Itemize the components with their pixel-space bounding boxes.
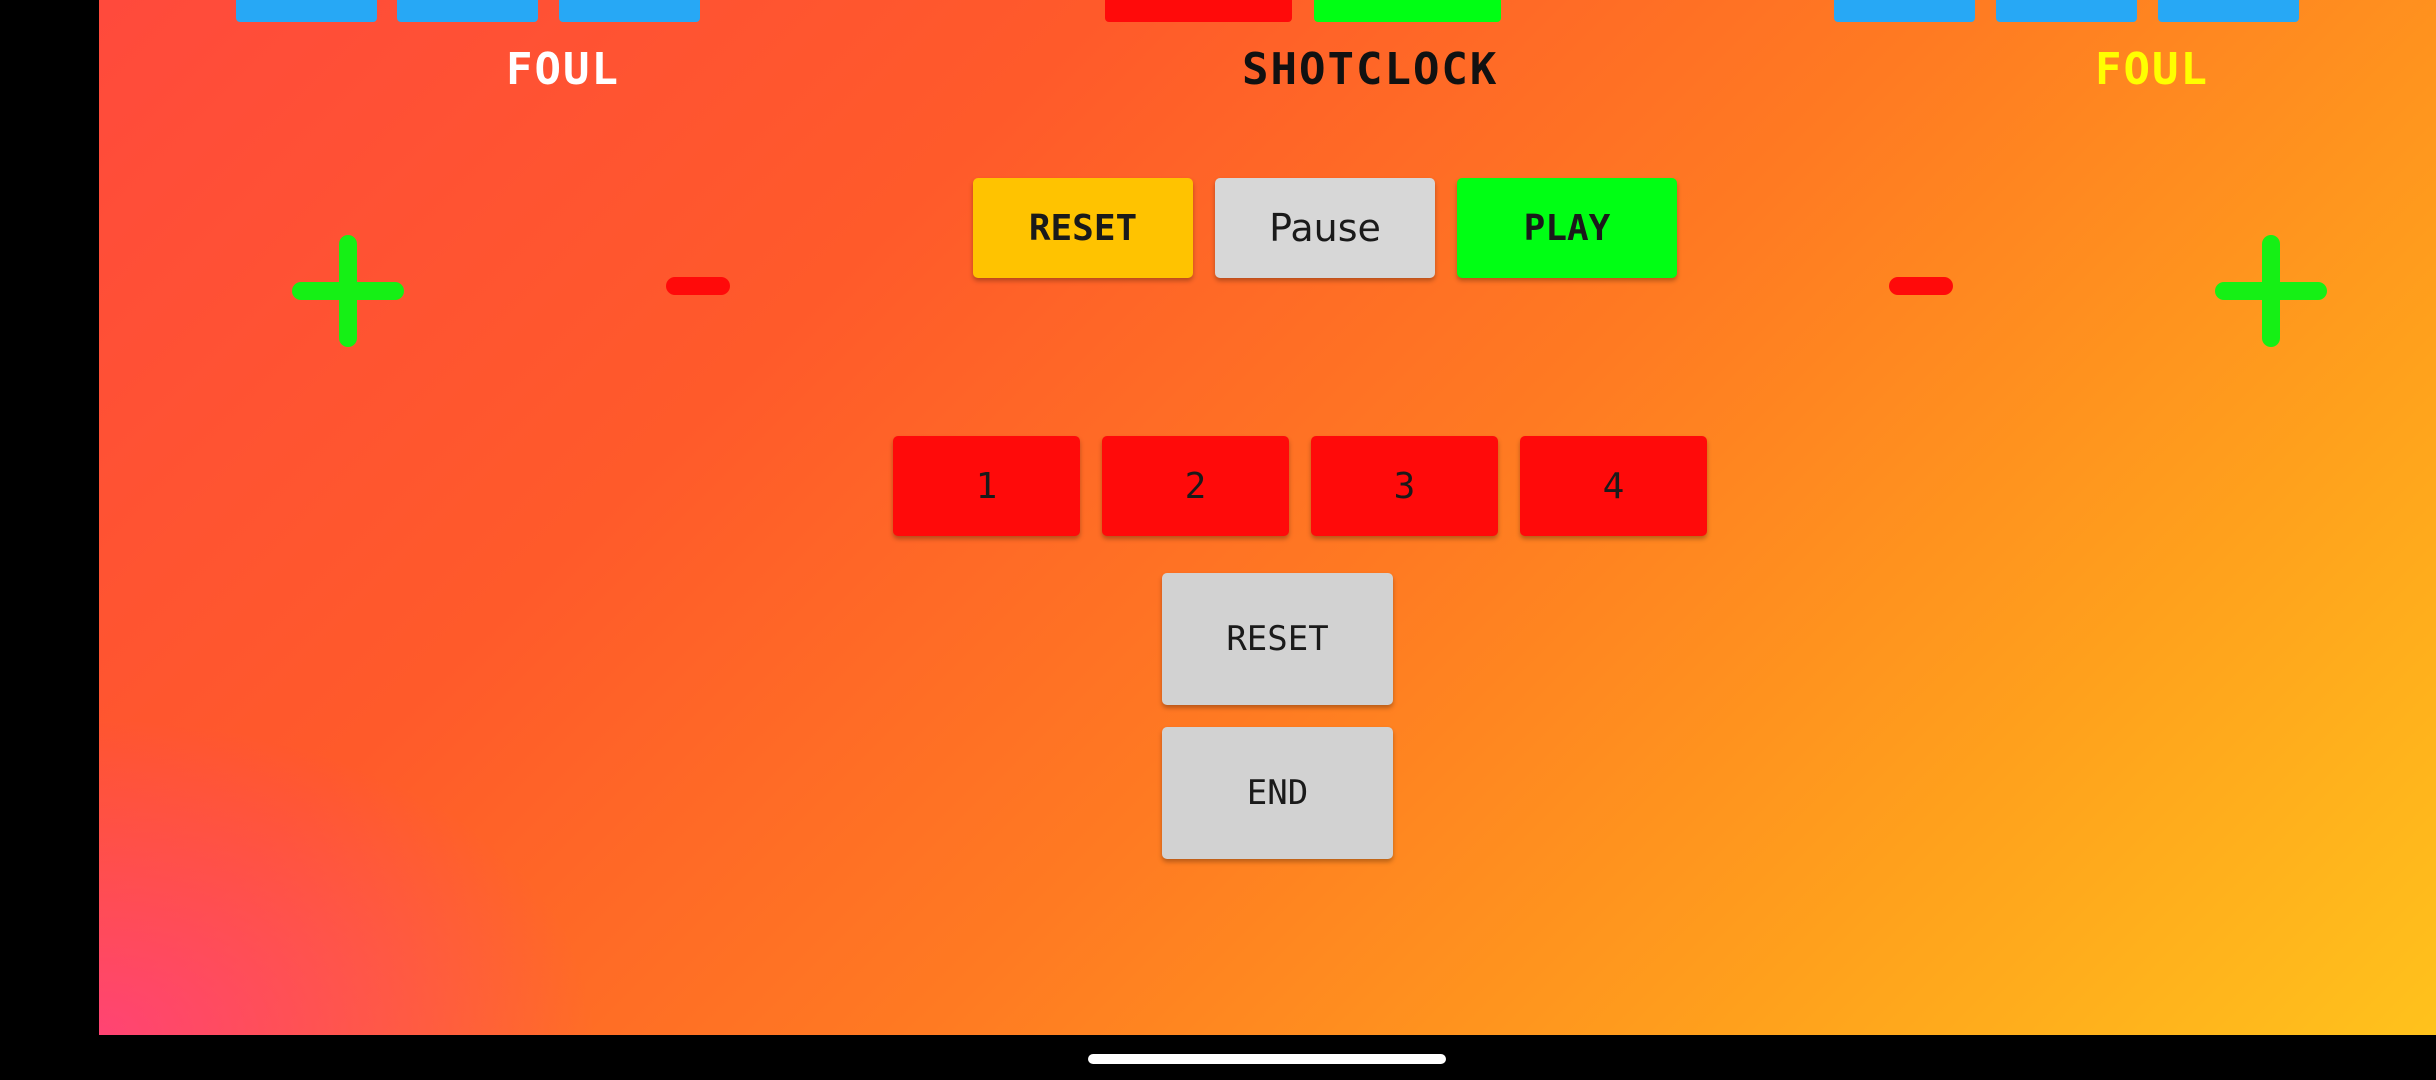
- home-indicator[interactable]: [1088, 1054, 1446, 1064]
- period-1-button[interactable]: 1: [893, 436, 1080, 536]
- shotclock-play-button[interactable]: PLAY: [1457, 178, 1677, 278]
- game-end-button[interactable]: END: [1162, 727, 1393, 859]
- home-top-button-1[interactable]: [236, 0, 377, 22]
- away-foul-plus-icon[interactable]: [2215, 235, 2327, 347]
- home-foul-plus-icon[interactable]: [292, 235, 404, 347]
- home-foul-minus-icon[interactable]: [666, 277, 730, 295]
- away-top-button-2[interactable]: [1996, 0, 2137, 22]
- away-foul-label: FOUL: [2095, 44, 2209, 95]
- home-foul-label: FOUL: [506, 44, 620, 95]
- away-top-button-3[interactable]: [2158, 0, 2299, 22]
- game-reset-button[interactable]: RESET: [1162, 573, 1393, 705]
- home-top-button-3[interactable]: [559, 0, 700, 22]
- shotclock-reset-button[interactable]: RESET: [973, 178, 1193, 278]
- period-4-button[interactable]: 4: [1520, 436, 1707, 536]
- home-top-button-2[interactable]: [397, 0, 538, 22]
- screen: FOUL SHOTCLOCK FOUL RESET Pause PLAY 1 2…: [0, 0, 2436, 1080]
- shotclock-pause-button[interactable]: Pause: [1215, 178, 1435, 278]
- shotclock-top-green-button[interactable]: [1314, 0, 1501, 22]
- period-3-button[interactable]: 3: [1311, 436, 1498, 536]
- period-2-button[interactable]: 2: [1102, 436, 1289, 536]
- scoreboard-app: FOUL SHOTCLOCK FOUL RESET Pause PLAY 1 2…: [99, 0, 2436, 1035]
- shotclock-top-red-button[interactable]: [1105, 0, 1292, 22]
- away-top-button-1[interactable]: [1834, 0, 1975, 22]
- away-foul-minus-icon[interactable]: [1889, 277, 1953, 295]
- shotclock-label: SHOTCLOCK: [1242, 44, 1499, 95]
